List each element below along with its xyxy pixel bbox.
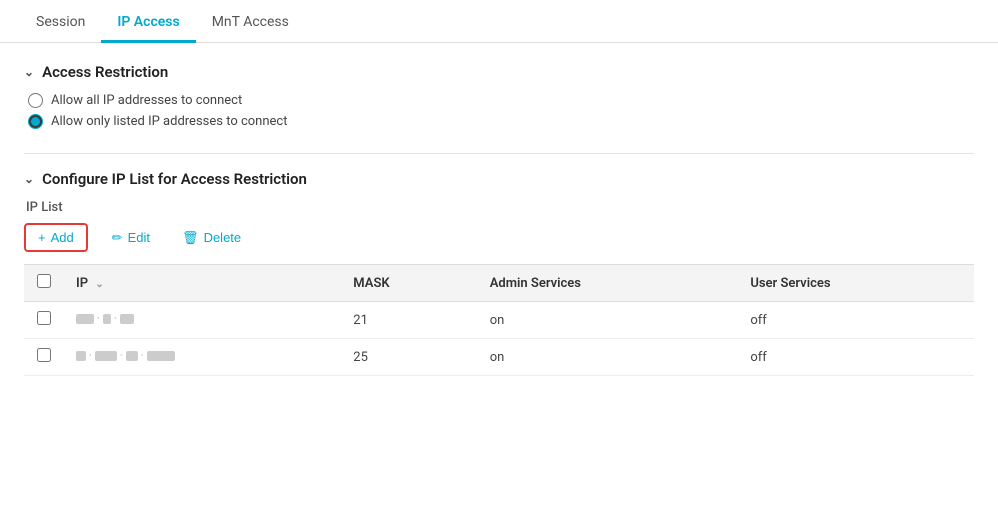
access-restriction-section: ⌄ Access Restriction Allow all IP addres…	[24, 63, 974, 129]
ip-block-4	[76, 351, 86, 361]
col-header-admin-services: Admin Services	[478, 265, 739, 302]
table-row: · · 21 on off	[24, 302, 974, 339]
row1-admin-services: on	[478, 302, 739, 339]
plus-icon: +	[38, 230, 46, 245]
radio-allow-listed-input[interactable]	[28, 114, 43, 129]
row2-admin-services: on	[478, 339, 739, 376]
row1-ip: · ·	[64, 302, 341, 339]
ip-table-body: · · 21 on off	[24, 302, 974, 376]
ip-address-blurred: · ·	[76, 312, 134, 325]
trash-icon: 🗑	[182, 230, 199, 246]
edit-label: Edit	[128, 230, 150, 245]
tab-mnt-access[interactable]: MnT Access	[196, 0, 305, 43]
ip-block-1	[76, 314, 94, 324]
access-restriction-header: ⌄ Access Restriction	[24, 63, 974, 81]
add-label: Add	[51, 230, 74, 245]
ip-list-section-header: ⌄ Configure IP List for Access Restricti…	[24, 170, 974, 188]
ip-list-section: ⌄ Configure IP List for Access Restricti…	[24, 170, 974, 376]
ip-table: IP ⌄ MASK Admin Services User Services	[24, 264, 974, 376]
col-header-user-services: User Services	[738, 265, 974, 302]
ip-table-head: IP ⌄ MASK Admin Services User Services	[24, 265, 974, 302]
table-header-row: IP ⌄ MASK Admin Services User Services	[24, 265, 974, 302]
row2-user-services: off	[738, 339, 974, 376]
col-header-mask: MASK	[341, 265, 477, 302]
ip-list-toolbar: + Add ✏ Edit 🗑 Delete	[24, 223, 974, 252]
ip-block-5	[95, 351, 117, 361]
tab-bar: Session IP Access MnT Access	[0, 0, 998, 43]
radio-allow-all-input[interactable]	[28, 93, 43, 108]
access-restriction-title: Access Restriction	[42, 63, 168, 81]
radio-allow-listed-label: Allow only listed IP addresses to connec…	[51, 114, 288, 129]
ip-block-6	[126, 351, 138, 361]
sort-icon[interactable]: ⌄	[95, 279, 103, 290]
ip-address-blurred-2: · · ·	[76, 349, 175, 362]
ip-list-label: IP List	[24, 200, 974, 215]
add-button[interactable]: + Add	[24, 223, 88, 252]
col-header-checkbox	[24, 265, 64, 302]
ip-block-2	[103, 314, 111, 324]
chevron-icon-2[interactable]: ⌄	[24, 172, 34, 186]
ip-block-3	[120, 314, 134, 324]
section-divider	[24, 153, 974, 154]
radio-allow-all[interactable]: Allow all IP addresses to connect	[28, 93, 974, 108]
row2-checkbox-cell	[24, 339, 64, 376]
main-content: ⌄ Access Restriction Allow all IP addres…	[0, 43, 998, 420]
radio-allow-all-label: Allow all IP addresses to connect	[51, 93, 242, 108]
row1-checkbox[interactable]	[37, 311, 51, 325]
row1-mask: 21	[341, 302, 477, 339]
edit-button[interactable]: ✏ Edit	[104, 225, 158, 251]
row1-checkbox-cell	[24, 302, 64, 339]
col-ip-label: IP	[76, 276, 88, 291]
row1-user-services: off	[738, 302, 974, 339]
ip-list-section-title: Configure IP List for Access Restriction	[42, 170, 307, 188]
table-row: · · · 25 on off	[24, 339, 974, 376]
row2-checkbox[interactable]	[37, 348, 51, 362]
ip-restriction-radio-group: Allow all IP addresses to connect Allow …	[24, 93, 974, 129]
row2-mask: 25	[341, 339, 477, 376]
delete-label: Delete	[204, 230, 242, 245]
ip-block-7	[147, 351, 175, 361]
radio-allow-listed[interactable]: Allow only listed IP addresses to connec…	[28, 114, 974, 129]
tab-ip-access[interactable]: IP Access	[101, 0, 195, 43]
edit-icon: ✏	[112, 230, 123, 246]
col-header-ip: IP ⌄	[64, 265, 341, 302]
delete-button[interactable]: 🗑 Delete	[174, 225, 249, 251]
row2-ip: · · ·	[64, 339, 341, 376]
chevron-icon[interactable]: ⌄	[24, 65, 34, 79]
tab-session[interactable]: Session	[20, 0, 101, 43]
select-all-checkbox[interactable]	[37, 274, 51, 288]
